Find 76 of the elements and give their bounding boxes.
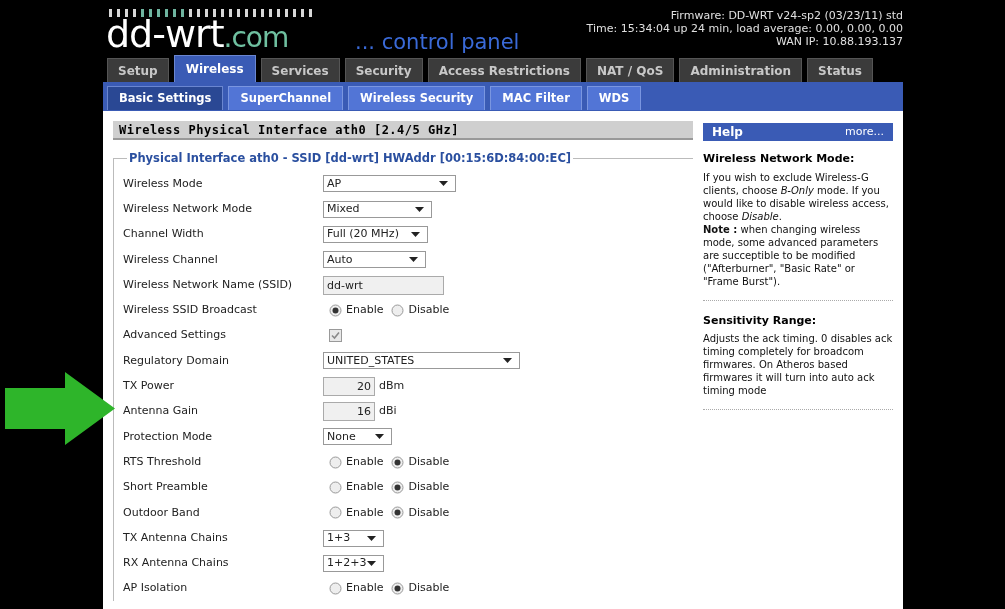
input-field[interactable]: dd-wrt [323, 275, 444, 295]
radio-label: Disable [408, 504, 450, 521]
nav-tab[interactable]: Services [260, 58, 340, 82]
radio-label: Enable [346, 453, 384, 470]
more-link[interactable]: more... [845, 123, 884, 141]
input-field[interactable]: 16 [323, 402, 375, 422]
radio-button[interactable] [391, 303, 405, 317]
field-label: Regulatory Domain [123, 352, 230, 369]
nav-tab[interactable]: Access Restrictions [427, 58, 581, 82]
fieldset-legend: Physical Interface ath0 - SSID [dd-wrt] HWAddr [00:15:6D:84:00:EC] [127, 150, 574, 168]
dropdown[interactable]: UNITED_STATES [323, 352, 520, 370]
radio-label: Disable [408, 302, 450, 319]
field-label: TX Antenna Chains [123, 529, 229, 546]
nav-tab[interactable]: NAT / QoS [585, 58, 675, 82]
field-label: AP Isolation [123, 580, 189, 597]
radio-label: Enable [346, 479, 384, 496]
unit-label: dBi [379, 403, 397, 420]
field-label: Short Preamble [123, 479, 209, 496]
radio-button[interactable] [329, 480, 342, 494]
radio-label: Disable [408, 453, 450, 470]
status-text: WAN IP: 10.88.193.137 [775, 35, 903, 48]
field-label: Advanced Settings [123, 327, 227, 344]
help-heading: Wireless Network Mode: [703, 151, 856, 167]
sub-tab[interactable]: MAC Filter [490, 86, 582, 110]
field-label: Antenna Gain [123, 403, 200, 420]
dropdown[interactable]: Full (20 MHz) [323, 226, 428, 243]
radio-label: Disable [408, 479, 450, 496]
field-label: Channel Width [123, 226, 205, 243]
nav-tab[interactable]: Administration [679, 58, 803, 82]
radio-label: Disable [408, 580, 450, 597]
dropdown[interactable]: 1+2+3 [323, 554, 384, 572]
radio-label: Enable [346, 302, 384, 319]
sub-tab[interactable]: Basic Settings [107, 86, 224, 110]
radio-button[interactable] [391, 582, 405, 596]
radio-button[interactable] [329, 506, 342, 520]
radio-button[interactable] [329, 303, 342, 317]
help-text: Adjusts the ack timing. 0 disables ack timing completely for broadcom firmwares. On Atheros based firmwares it will turn into auto ack timing mode [703, 332, 893, 397]
logo: dd-wrt.com [106, 17, 290, 55]
field-label: TX Power [123, 378, 175, 394]
radio-label: Enable [346, 580, 384, 597]
radio-button[interactable] [391, 506, 405, 520]
nav-tab[interactable]: Setup [107, 58, 169, 82]
status-text: Firmware: DD-WRT v24-sp2 (03/23/11) std [670, 9, 903, 22]
nav-tab[interactable]: Status [807, 58, 873, 82]
help-title: Help [712, 124, 743, 141]
field-label: Wireless Network Mode [123, 200, 253, 217]
radio-button[interactable] [329, 582, 342, 596]
tagline: ... control panel [355, 30, 520, 54]
sub-tab[interactable]: SuperChannel [228, 86, 344, 110]
help-heading: Sensitivity Range: [703, 312, 818, 329]
radio-button[interactable] [329, 455, 342, 469]
field-label: Protection Mode [123, 428, 214, 445]
section-title: Wireless Physical Interface ath0 [2.4/5 GHz] [113, 121, 693, 140]
field-label: RTS Threshold [123, 453, 203, 470]
input-field[interactable]: 20 [323, 376, 375, 396]
sub-tab[interactable]: Wireless Security [348, 86, 486, 110]
help-text: If you wish to exclude Wireless-G clients, choose B-Only mode. If you would like to disable wireless access, choose Disable. Note : when changing wireless mode, some advanced parameters are succeptible to be modified ("Afterburner", "Basic Rate" or "Frame Burst"). [703, 170, 890, 288]
dropdown[interactable]: None [323, 428, 392, 446]
dropdown[interactable]: Auto [323, 251, 426, 269]
radio-label: Enable [346, 504, 384, 521]
field-label: RX Antenna Chains [123, 555, 230, 572]
unit-label: dBm [379, 378, 405, 394]
field-label: Wireless Network Name (SSID) [123, 276, 294, 293]
sub-tab[interactable]: WDS [586, 86, 642, 110]
dropdown[interactable]: 1+3 [323, 529, 384, 547]
nav-tab[interactable]: Security [344, 58, 423, 82]
field-label: Wireless Channel [123, 251, 219, 268]
field-label: Wireless SSID Broadcast [123, 302, 258, 319]
field-label: Wireless Mode [123, 175, 204, 192]
nav-tab[interactable]: Wireless [173, 55, 256, 82]
dropdown[interactable]: AP [323, 175, 456, 193]
status-text: Time: 15:34:04 up 24 min, load average: 0.00, 0.00, 0.00 [586, 22, 903, 35]
radio-button[interactable] [391, 480, 405, 494]
radio-button[interactable] [391, 455, 405, 469]
dropdown[interactable]: Mixed [323, 200, 432, 218]
field-label: Outdoor Band [123, 504, 201, 521]
